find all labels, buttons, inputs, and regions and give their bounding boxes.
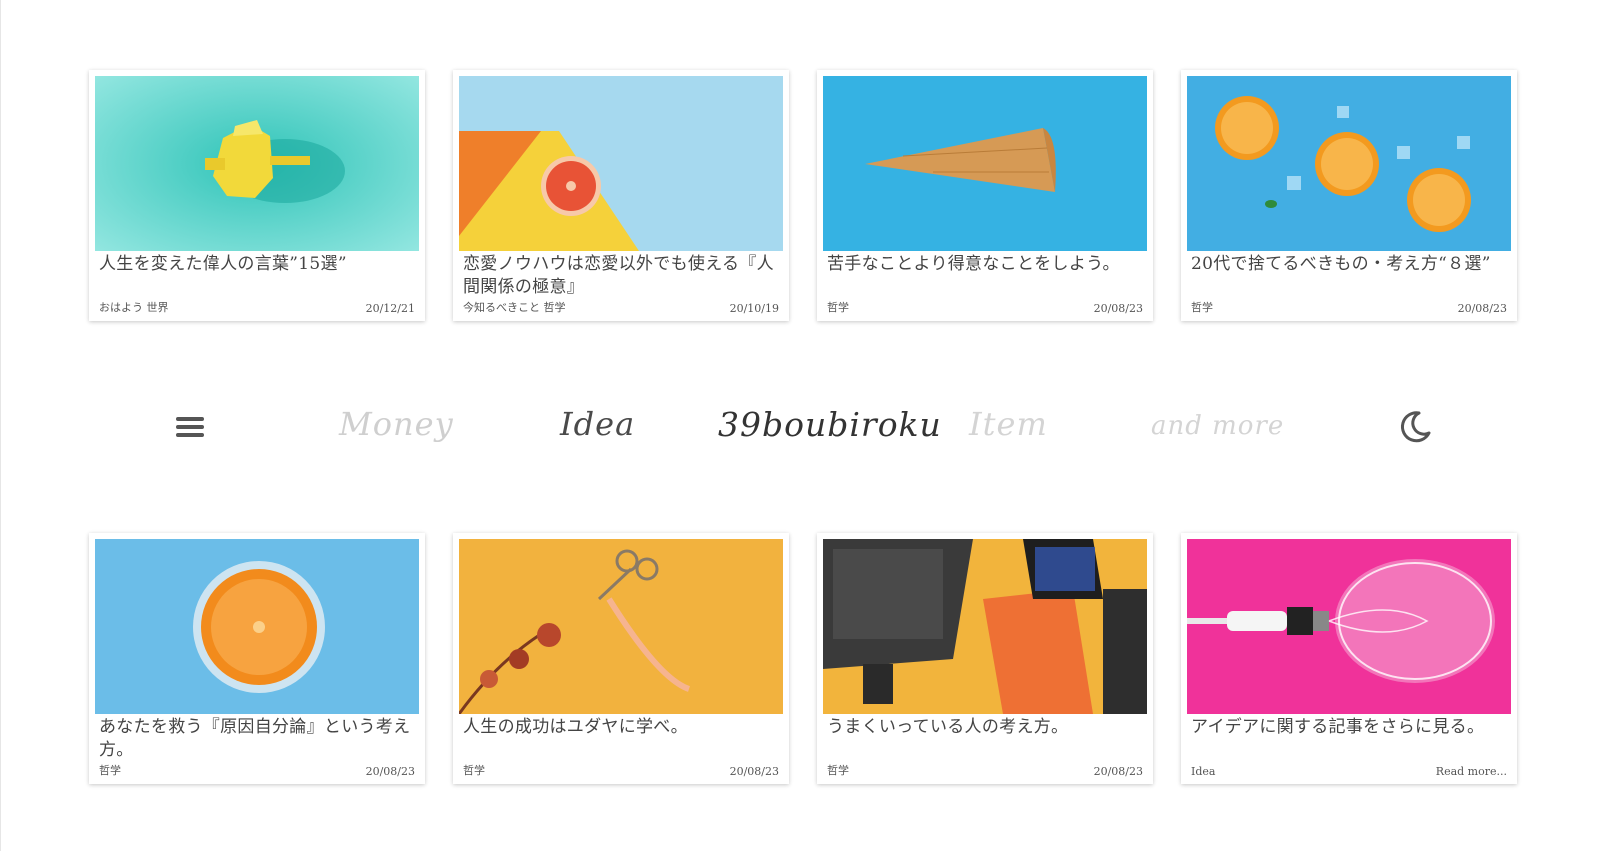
article-grid-top: 人生を変えた偉人の言葉”15選” おはよう 世界 20/12/21 恋愛ノウハウ… [89,70,1517,321]
article-category[interactable]: 哲学 [463,762,485,778]
article-date: 20/08/23 [1457,302,1507,315]
article-title[interactable]: アイデアに関する記事をさらに見る。 [1191,716,1507,739]
article-thumbnail [1187,76,1511,251]
article-title[interactable]: うまくいっている人の考え方。 [827,716,1143,739]
article-category[interactable]: Idea [1191,765,1215,778]
article-thumbnail [1187,539,1511,714]
article-date: 20/08/23 [365,765,415,778]
article-date: 20/12/21 [365,302,415,315]
article-date: 20/08/23 [1093,765,1143,778]
article-thumbnail [459,76,783,251]
article-category[interactable]: 今知るべきこと 哲学 [463,299,566,315]
nav-link-idea[interactable]: Idea [560,405,635,443]
article-date: 20/08/23 [729,765,779,778]
main-navigation: Money Idea 39boubiroku Item and more [0,395,1600,465]
article-category[interactable]: 哲学 [827,299,849,315]
moon-icon[interactable] [1395,407,1435,447]
article-title[interactable]: 苦手なことより得意なことをしよう。 [827,253,1143,276]
article-title[interactable]: 人生の成功はユダヤに学べ。 [463,716,779,739]
article-date: 20/10/19 [729,302,779,315]
hamburger-icon[interactable] [174,413,206,441]
article-card[interactable]: 人生を変えた偉人の言葉”15選” おはよう 世界 20/12/21 [89,70,425,321]
article-card[interactable]: あなたを救う『原因自分論』という考え方。 哲学 20/08/23 [89,533,425,784]
article-category[interactable]: 哲学 [99,762,121,778]
nav-link-item[interactable]: Item [969,405,1048,443]
article-card[interactable]: アイデアに関する記事をさらに見る。 Idea Read more... [1181,533,1517,784]
site-logo[interactable]: 39boubiroku [718,405,942,444]
nav-link-money[interactable]: Money [339,405,454,443]
article-date: 20/08/23 [1093,302,1143,315]
article-card[interactable]: 恋愛ノウハウは恋愛以外でも使える『人間関係の極意』 今知るべきこと 哲学 20/… [453,70,789,321]
article-thumbnail [823,539,1147,714]
article-card[interactable]: 20代で捨てるべきもの・考え方“８選” 哲学 20/08/23 [1181,70,1517,321]
article-card[interactable]: 人生の成功はユダヤに学べ。 哲学 20/08/23 [453,533,789,784]
read-more-link[interactable]: Read more... [1436,765,1507,778]
article-category[interactable]: 哲学 [827,762,849,778]
article-title[interactable]: 20代で捨てるべきもの・考え方“８選” [1191,253,1507,276]
article-category[interactable]: 哲学 [1191,299,1213,315]
article-thumbnail [95,539,419,714]
article-title[interactable]: あなたを救う『原因自分論』という考え方。 [99,716,415,762]
article-title[interactable]: 人生を変えた偉人の言葉”15選” [99,253,415,276]
article-card[interactable]: うまくいっている人の考え方。 哲学 20/08/23 [817,533,1153,784]
article-thumbnail [823,76,1147,251]
article-thumbnail [459,539,783,714]
nav-link-and-more[interactable]: and more [1151,411,1284,441]
article-card[interactable]: 苦手なことより得意なことをしよう。 哲学 20/08/23 [817,70,1153,321]
article-thumbnail [95,76,419,251]
article-category[interactable]: おはよう 世界 [99,299,169,315]
article-grid-bottom: あなたを救う『原因自分論』という考え方。 哲学 20/08/23 人生の成功はユ… [89,533,1517,784]
article-title[interactable]: 恋愛ノウハウは恋愛以外でも使える『人間関係の極意』 [463,253,779,299]
